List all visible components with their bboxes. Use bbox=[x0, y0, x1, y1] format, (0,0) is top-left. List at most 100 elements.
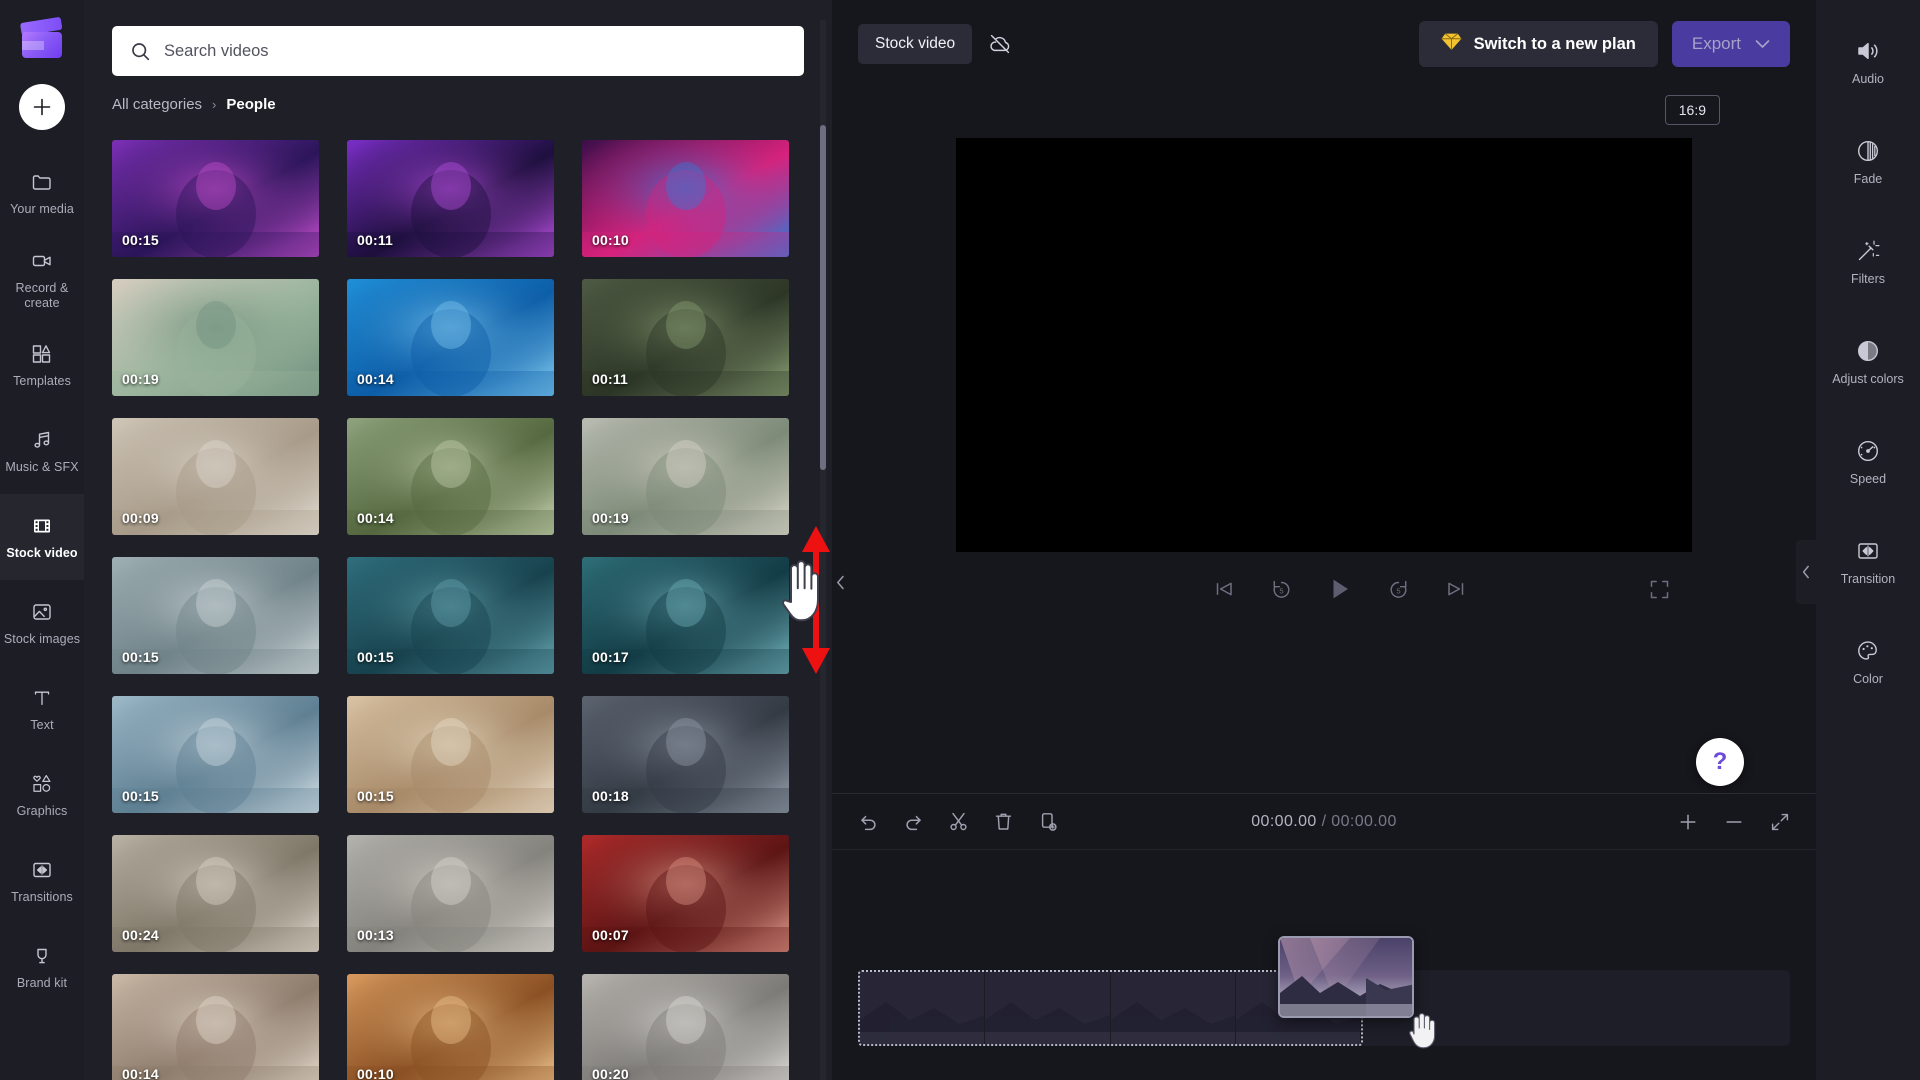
duplicate-icon[interactable] bbox=[1038, 811, 1059, 832]
forward-5-icon[interactable]: 5 bbox=[1387, 578, 1410, 601]
video-thumbnail[interactable]: 00:15 bbox=[112, 140, 319, 257]
sidebar-item-label: Templates bbox=[13, 374, 71, 389]
right-item-fade[interactable]: Fade bbox=[1816, 112, 1920, 212]
clipchamp-editor: Your media Record & create Templates Mus… bbox=[0, 0, 1920, 1080]
video-thumbnail[interactable]: 00:20 bbox=[582, 974, 789, 1080]
video-thumbnail[interactable]: 00:14 bbox=[112, 974, 319, 1080]
sidebar-item-stock-video[interactable]: Stock video bbox=[0, 494, 84, 580]
current-time: 00:00.00 bbox=[1251, 812, 1317, 830]
rewind-5-icon[interactable]: 5 bbox=[1270, 578, 1293, 601]
play-icon[interactable] bbox=[1327, 576, 1353, 602]
video-thumbnail[interactable]: 00:17 bbox=[582, 557, 789, 674]
sidebar-item-label: Record & create bbox=[15, 281, 69, 310]
video-thumbnail[interactable]: 00:24 bbox=[112, 835, 319, 952]
right-item-adjust-colors[interactable]: Adjust colors bbox=[1816, 312, 1920, 412]
right-item-filters[interactable]: Filters bbox=[1816, 212, 1920, 312]
video-thumbnail[interactable]: 00:11 bbox=[347, 140, 554, 257]
video-thumbnail[interactable]: 00:19 bbox=[582, 418, 789, 535]
video-results-grid-scroll: 00:15 00:11 00:10 00:19 00:14 00:11 00:09 00:14… bbox=[84, 128, 832, 1080]
right-item-transition[interactable]: Transition bbox=[1816, 512, 1920, 612]
sidebar-item-text[interactable]: Text bbox=[0, 666, 84, 752]
aspect-ratio-row: 16:9 bbox=[832, 88, 1816, 132]
right-item-audio[interactable]: Audio bbox=[1816, 12, 1920, 112]
preview-stage: 5 5 bbox=[832, 132, 1816, 793]
collapse-right-panel-button[interactable] bbox=[1796, 540, 1816, 604]
templates-icon bbox=[30, 341, 54, 367]
sidebar-item-templates[interactable]: Templates bbox=[0, 322, 84, 408]
switch-plan-label: Switch to a new plan bbox=[1473, 34, 1636, 53]
video-thumbnail[interactable]: 00:10 bbox=[347, 974, 554, 1080]
sidebar-item-label: Music & SFX bbox=[5, 460, 79, 475]
video-thumbnail[interactable]: 00:09 bbox=[112, 418, 319, 535]
ghost-frame bbox=[860, 972, 986, 1044]
sidebar-item-transitions[interactable]: Transitions bbox=[0, 838, 84, 924]
video-thumbnail[interactable]: 00:14 bbox=[347, 279, 554, 396]
text-t-icon bbox=[30, 685, 54, 711]
right-item-speed[interactable]: Speed bbox=[1816, 412, 1920, 512]
video-thumbnail[interactable]: 00:15 bbox=[112, 696, 319, 813]
cloud-off-icon[interactable] bbox=[986, 30, 1014, 58]
right-item-color[interactable]: Color bbox=[1816, 612, 1920, 712]
sidebar-item-your-media[interactable]: Your media bbox=[0, 150, 84, 236]
breadcrumb-all-categories[interactable]: All categories bbox=[112, 96, 202, 113]
brand-kit-icon bbox=[30, 943, 54, 969]
sidebar-item-record-create[interactable]: Record & create bbox=[0, 236, 84, 322]
fit-to-screen-icon[interactable] bbox=[1770, 812, 1790, 832]
search-icon bbox=[130, 41, 151, 62]
sidebar-item-graphics[interactable]: Graphics bbox=[0, 752, 84, 838]
dragged-clip-thumbnail[interactable] bbox=[1278, 936, 1414, 1018]
trash-icon[interactable] bbox=[993, 811, 1014, 832]
video-duration: 00:20 bbox=[592, 1066, 629, 1080]
skip-to-end-icon[interactable] bbox=[1444, 578, 1466, 600]
library-scrollbar-thumb[interactable] bbox=[820, 125, 826, 470]
breadcrumb: All categories › People bbox=[84, 76, 832, 113]
zoom-out-icon[interactable] bbox=[1724, 812, 1744, 832]
search-input[interactable] bbox=[164, 41, 786, 61]
video-preview-canvas[interactable] bbox=[956, 138, 1692, 552]
total-time: 00:00.00 bbox=[1331, 812, 1397, 830]
sidebar-item-brand-kit[interactable]: Brand kit bbox=[0, 924, 84, 1010]
video-duration: 00:14 bbox=[357, 510, 394, 526]
grab-hand-cursor bbox=[1404, 1006, 1442, 1050]
transition-icon bbox=[1855, 538, 1881, 564]
video-thumbnail[interactable]: 00:15 bbox=[112, 557, 319, 674]
search-area bbox=[84, 0, 832, 76]
video-thumbnail[interactable]: 00:18 bbox=[582, 696, 789, 813]
fullscreen-icon[interactable] bbox=[1649, 579, 1670, 600]
breadcrumb-separator-icon: › bbox=[212, 97, 217, 112]
video-thumbnail[interactable]: 00:10 bbox=[582, 140, 789, 257]
video-duration: 00:19 bbox=[122, 371, 159, 387]
video-duration: 00:07 bbox=[592, 927, 629, 943]
switch-plan-button[interactable]: Switch to a new plan bbox=[1418, 21, 1658, 67]
diamond-icon bbox=[1441, 32, 1462, 56]
playback-controls: 5 5 bbox=[956, 552, 1692, 626]
sidebar-item-music-sfx[interactable]: Music & SFX bbox=[0, 408, 84, 494]
video-duration: 00:15 bbox=[357, 788, 394, 804]
video-thumbnail[interactable]: 00:14 bbox=[347, 418, 554, 535]
stock-video-chip[interactable]: Stock video bbox=[858, 24, 973, 64]
video-duration: 00:10 bbox=[357, 1066, 394, 1080]
video-thumbnail[interactable]: 00:15 bbox=[347, 557, 554, 674]
add-button[interactable] bbox=[19, 84, 65, 130]
right-item-label: Transition bbox=[1840, 572, 1896, 586]
video-thumbnail[interactable]: 00:11 bbox=[582, 279, 789, 396]
scissors-icon[interactable] bbox=[948, 811, 969, 832]
video-thumbnail[interactable]: 00:07 bbox=[582, 835, 789, 952]
video-thumbnail[interactable]: 00:19 bbox=[112, 279, 319, 396]
svg-text:5: 5 bbox=[1396, 586, 1400, 595]
search-box[interactable] bbox=[112, 26, 804, 76]
video-duration: 00:15 bbox=[122, 788, 159, 804]
aspect-ratio-button[interactable]: 16:9 bbox=[1664, 95, 1720, 125]
collapse-library-panel-button[interactable] bbox=[832, 560, 848, 604]
right-item-label: Adjust colors bbox=[1832, 372, 1904, 386]
help-button[interactable]: ? bbox=[1696, 738, 1744, 786]
export-button[interactable]: Export bbox=[1671, 21, 1790, 67]
right-item-label: Fade bbox=[1853, 172, 1883, 186]
video-thumbnail[interactable]: 00:15 bbox=[347, 696, 554, 813]
sidebar-item-stock-images[interactable]: Stock images bbox=[0, 580, 84, 666]
undo-icon[interactable] bbox=[858, 811, 879, 832]
redo-icon[interactable] bbox=[903, 811, 924, 832]
skip-to-start-icon[interactable] bbox=[1214, 578, 1236, 600]
zoom-in-icon[interactable] bbox=[1678, 812, 1698, 832]
video-thumbnail[interactable]: 00:13 bbox=[347, 835, 554, 952]
